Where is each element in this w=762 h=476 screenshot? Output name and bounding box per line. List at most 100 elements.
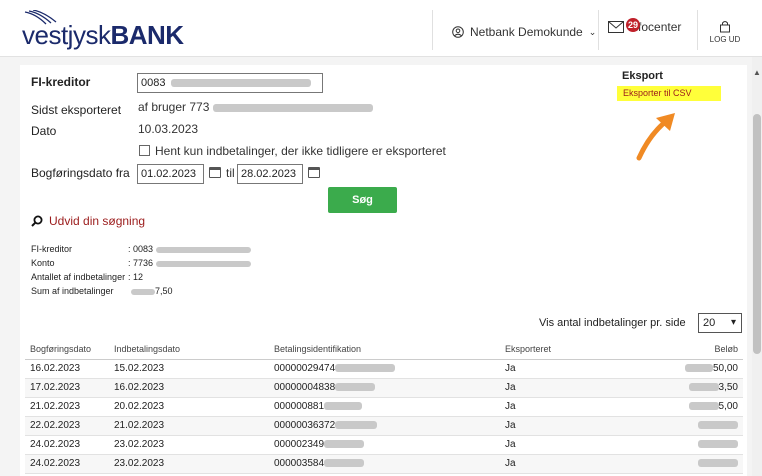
cell-betalingsid: 00000029474 (269, 359, 500, 379)
per-page-select[interactable]: 20 ▾ (698, 313, 742, 333)
col-header-betalingsid[interactable]: Betalingsidentifikation (269, 339, 500, 360)
cell-indbetalingsdato: 23.02.2023 (109, 435, 269, 455)
redacted-value (335, 383, 376, 392)
logout-label: LOG UD (709, 35, 741, 44)
col-header-bogforingsdato[interactable]: Bogføringsdato (25, 339, 109, 360)
table-row[interactable]: 16.02.2023 15.02.2023 00000029474 Ja 50,… (25, 359, 743, 379)
user-icon (452, 26, 464, 38)
dato-value: 10.03.2023 (138, 122, 199, 136)
redacted-value (155, 246, 251, 253)
search-button[interactable]: Søg (328, 187, 397, 213)
notification-badge: 29 (626, 18, 640, 32)
logo-text-bold: BANK (110, 20, 184, 50)
redacted-value (698, 459, 738, 468)
cell-betalingsid: 000003584 (269, 454, 500, 474)
cell-indbetalingsdato: 16.02.2023 (109, 378, 269, 398)
scrollbar-thumb[interactable] (753, 114, 761, 354)
checkbox-label: Hent kun indbetalinger, der ikke tidlige… (155, 144, 446, 158)
cell-belob: 5,00 (660, 397, 743, 417)
bogforingsdato-label: Bogføringsdato fra (31, 166, 130, 180)
table-row[interactable]: 17.02.2023 16.02.2023 00000004838 Ja 3,5… (25, 378, 743, 398)
summary-sum-label: Sum af indbetalinger (31, 286, 114, 296)
chevron-down-icon: ⌄ (588, 26, 597, 37)
redacted-value (684, 364, 713, 373)
cell-bogforingsdato: 22.02.2023 (25, 416, 109, 436)
summary-antal-value: : 12 (128, 272, 144, 282)
col-header-indbetalingsdato[interactable]: Indbetalingsdato (109, 339, 269, 360)
cell-betalingsid: 000002349 (269, 435, 500, 455)
search-icon (31, 215, 43, 227)
user-name: Netbank Demokunde (470, 25, 583, 39)
redacted-value (170, 79, 311, 88)
lock-icon (720, 21, 730, 33)
bird-logo-icon (24, 10, 57, 25)
cell-eksporteret: Ja (500, 397, 660, 417)
redacted-value (212, 103, 373, 112)
cell-belob: 50,00 (660, 359, 743, 379)
cell-eksporteret: Ja (500, 359, 660, 379)
cell-bogforingsdato: 21.02.2023 (25, 397, 109, 417)
fi-kreditor-label: FI-kreditor (31, 75, 91, 89)
redacted-value (688, 383, 719, 392)
header-divider (697, 10, 698, 50)
redacted-value (324, 440, 365, 449)
per-page-value: 20 (703, 317, 716, 329)
calendar-icon[interactable] (209, 167, 221, 178)
envelope-icon (608, 21, 624, 33)
cell-belob (660, 435, 743, 455)
export-title: Eksport (622, 70, 663, 82)
til-label: til (226, 166, 235, 180)
cell-eksporteret: Ja (500, 435, 660, 455)
fi-kreditor-field[interactable]: 0083 (137, 73, 323, 93)
cell-indbetalingsdato: 15.02.2023 (109, 359, 269, 379)
export-csv-link[interactable]: Eksporter til CSV (617, 86, 721, 101)
cell-eksporteret: Ja (500, 454, 660, 474)
redacted-value (698, 440, 738, 449)
cell-bogforingsdato: 16.02.2023 (25, 359, 109, 379)
cell-bogforingsdato: 17.02.2023 (25, 378, 109, 398)
cell-belob (660, 454, 743, 474)
redacted-value (335, 364, 396, 373)
logout-button[interactable]: LOG UD (705, 20, 745, 44)
user-menu[interactable]: Netbank Demokunde ⌄ (452, 25, 596, 39)
sidst-eksporteret-value: af bruger 773 (138, 100, 373, 114)
top-header: vestjyskBANK Netbank Demokunde ⌄ Infocen… (0, 0, 762, 57)
cell-bogforingsdato: 24.02.2023 (25, 435, 109, 455)
chevron-down-icon: ▾ (730, 317, 736, 328)
vestjysk-bank-logo[interactable]: vestjyskBANK (22, 10, 184, 50)
cell-eksporteret: Ja (500, 416, 660, 436)
calendar-icon[interactable] (308, 167, 320, 178)
cell-eksporteret: Ja (500, 378, 660, 398)
scroll-up-arrow-icon[interactable]: ▲ (752, 68, 762, 77)
header-divider (598, 10, 599, 50)
redacted-value (698, 421, 738, 430)
redacted-value (131, 288, 155, 295)
col-header-belob[interactable]: Beløb (660, 339, 743, 360)
cell-belob: 3,50 (660, 378, 743, 398)
cell-bogforingsdato: 24.02.2023 (25, 454, 109, 474)
expand-search-label: Udvid din søgning (49, 214, 146, 228)
table-row[interactable]: 24.02.2023 23.02.2023 000002349 Ja (25, 435, 743, 455)
annotation-arrow-icon (636, 113, 675, 161)
date-from-input[interactable]: 01.02.2023 (137, 164, 204, 184)
cell-betalingsid: 00000036372 (269, 416, 500, 436)
cell-betalingsid: 000000881 (269, 397, 500, 417)
expand-search-link[interactable]: Udvid din søgning (31, 214, 145, 228)
table-row[interactable]: 24.02.2023 23.02.2023 000003584 Ja (25, 454, 743, 474)
redacted-value (155, 260, 251, 267)
infocenter-link[interactable]: Infocenter (608, 20, 681, 34)
table-header-row: Bogføringsdato Indbetalingsdato Betaling… (25, 339, 743, 360)
only-new-checkbox[interactable] (139, 145, 150, 156)
cell-belob (660, 416, 743, 436)
col-header-eksporteret[interactable]: Eksporteret (500, 339, 660, 360)
header-divider (432, 10, 433, 50)
summary-fi-label: FI-kreditor (31, 244, 73, 254)
redacted-value (688, 402, 719, 411)
date-to-input[interactable]: 28.02.2023 (237, 164, 303, 184)
payments-table: Bogføringsdato Indbetalingsdato Betaling… (25, 339, 743, 474)
cell-indbetalingsdato: 21.02.2023 (109, 416, 269, 436)
table-row[interactable]: 22.02.2023 21.02.2023 00000036372 Ja (25, 416, 743, 436)
redacted-value (335, 421, 378, 430)
table-row[interactable]: 21.02.2023 20.02.2023 000000881 Ja 5,00 (25, 397, 743, 417)
summary-antal-label: Antallet af indbetalinger (31, 272, 126, 282)
